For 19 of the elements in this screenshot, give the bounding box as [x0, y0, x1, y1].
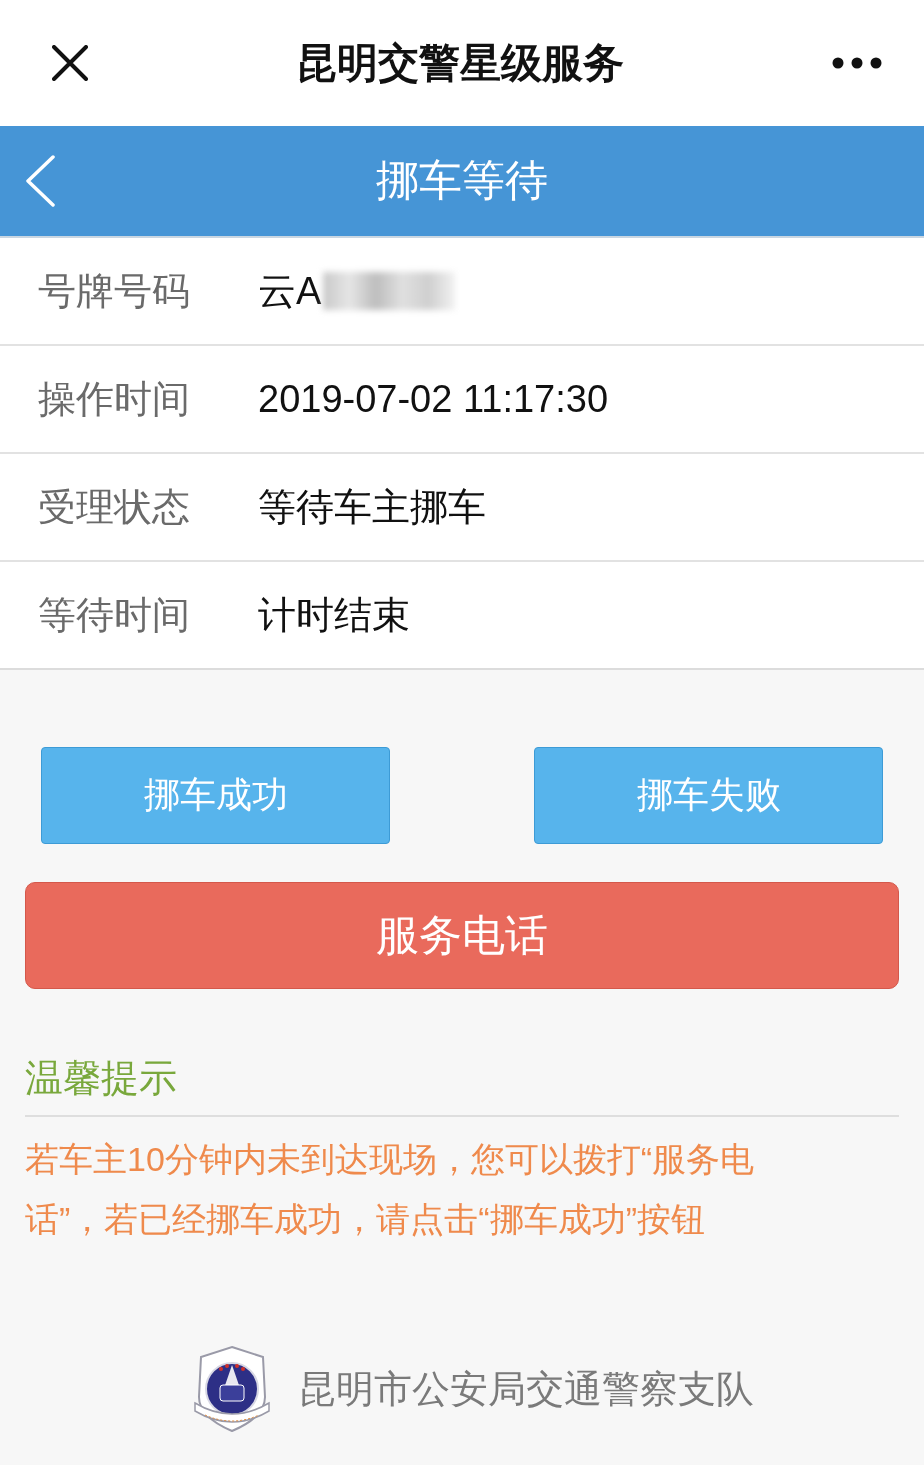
back-icon[interactable]	[25, 155, 55, 207]
header-title: 挪车等待	[376, 155, 548, 206]
field-value: 等待车主挪车	[258, 484, 486, 530]
page-title: 昆明交警星级服务	[296, 38, 624, 88]
field-value: 计时结束	[258, 592, 410, 638]
action-button[interactable]: 挪车失败	[534, 747, 883, 844]
footer-text: 昆明市公安局交通警察支队	[297, 1366, 754, 1412]
field-value: 云A	[258, 268, 322, 314]
field-label: 号牌号码	[37, 268, 191, 314]
more-icon[interactable]	[832, 57, 882, 69]
notice-title: 温馨提示	[25, 1055, 899, 1117]
field-label: 等待时间	[37, 592, 191, 638]
close-icon[interactable]	[52, 45, 88, 81]
service-call-button[interactable]: 服务电话	[25, 882, 899, 989]
field-label: 操作时间	[37, 376, 191, 422]
field-value: 2019-07-02 11:17:30	[258, 377, 609, 421]
notice-text: 若车主10分钟内未到达现场，您可以拨打“服务电话”，若已经挪车成功，请点击“挪车成功”按钮	[25, 1139, 756, 1240]
field-label: 受理状态	[37, 484, 191, 530]
action-button[interactable]: 挪车成功	[41, 747, 390, 844]
